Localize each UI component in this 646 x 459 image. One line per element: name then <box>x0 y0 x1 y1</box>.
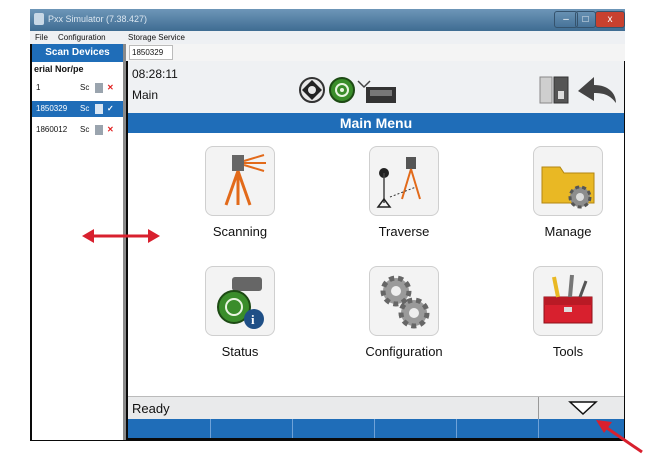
resize-double-arrow-icon <box>82 229 160 243</box>
annotation-overlay <box>82 229 643 454</box>
pointer-arrow-icon <box>596 420 643 454</box>
